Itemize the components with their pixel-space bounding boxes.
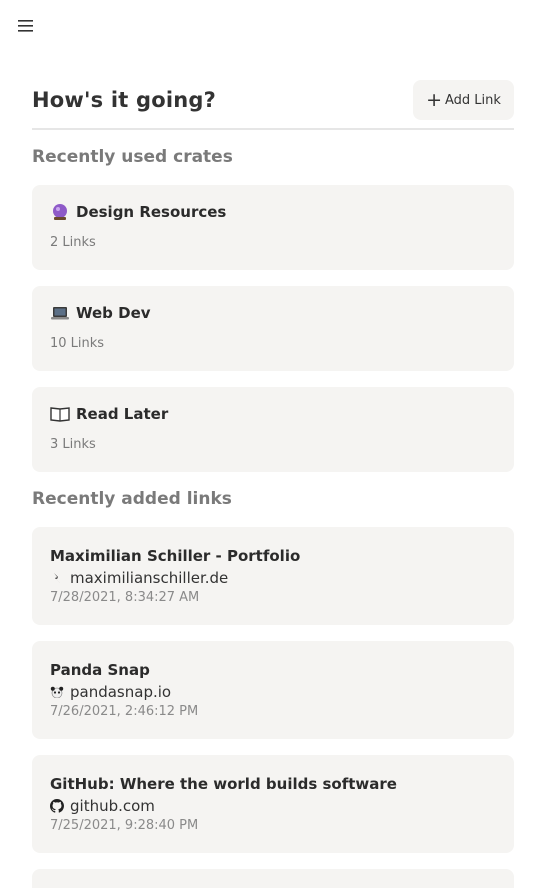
add-link-label: Add Link — [444, 92, 501, 108]
top-bar — [0, 0, 546, 52]
crate-link-count: 10 Links — [50, 336, 105, 351]
link-card[interactable]: Panda Snap pandasnap.io 7/26/2021, 2:46:… — [32, 641, 514, 739]
github-icon — [50, 799, 64, 813]
crate-card[interactable]: Design Resources 2 Links — [32, 185, 514, 270]
recently-added-links-heading: Recently added links — [32, 489, 232, 509]
link-card-partial[interactable] — [32, 869, 514, 888]
page-title: How's it going? — [32, 88, 217, 112]
crystal-ball-icon — [50, 202, 70, 222]
main-content: How's it going? + Add Link — [32, 80, 514, 130]
link-card[interactable]: Maximilian Schiller - Portfolio maximili… — [32, 527, 514, 625]
portfolio-favicon-icon — [50, 571, 64, 585]
add-link-button[interactable]: + Add Link — [413, 80, 514, 120]
link-title: Maximilian Schiller - Portfolio — [50, 547, 301, 565]
link-domain: github.com — [70, 797, 155, 815]
crate-name: Design Resources — [76, 203, 227, 221]
plus-icon: + — [426, 88, 442, 111]
crate-card[interactable]: Read Later 3 Links — [32, 387, 514, 472]
link-title: Panda Snap — [50, 661, 150, 679]
link-domain: maximilianschiller.de — [70, 569, 229, 587]
link-date: 7/25/2021, 9:28:40 PM — [50, 818, 199, 833]
crate-card[interactable]: Web Dev 10 Links — [32, 286, 514, 371]
crate-link-count: 3 Links — [50, 437, 96, 452]
link-date: 7/26/2021, 2:46:12 PM — [50, 704, 199, 719]
open-book-icon — [50, 404, 70, 424]
crate-name: Web Dev — [76, 304, 151, 322]
link-date: 7/28/2021, 8:34:27 AM — [50, 590, 200, 605]
link-card[interactable]: GitHub: Where the world builds software … — [32, 755, 514, 853]
laptop-icon — [50, 303, 70, 323]
link-domain: pandasnap.io — [70, 683, 172, 701]
hamburger-menu-icon[interactable] — [14, 14, 38, 38]
crate-link-count: 2 Links — [50, 235, 96, 250]
link-title: GitHub: Where the world builds software — [50, 775, 397, 793]
recently-used-crates-heading: Recently used crates — [32, 147, 233, 167]
crate-name: Read Later — [76, 405, 169, 423]
page-header: How's it going? + Add Link — [32, 80, 514, 130]
panda-favicon-icon — [50, 685, 64, 699]
